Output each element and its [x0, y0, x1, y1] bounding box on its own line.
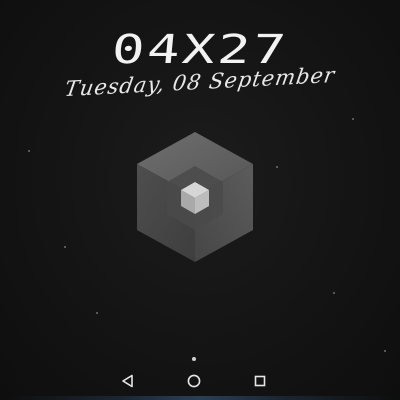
wallpaper-star [333, 292, 335, 294]
wallpaper-star [276, 166, 278, 168]
wallpaper-star [352, 118, 354, 120]
wallpaper-star [96, 312, 98, 314]
wallpaper-star [64, 246, 66, 248]
bottom-edge-strip [0, 396, 400, 400]
lock-screen: 04X27 Tuesday, 08 September [0, 0, 400, 400]
home-circle-icon [187, 374, 201, 388]
recents-square-icon [254, 375, 266, 387]
navigation-bar [0, 366, 400, 396]
wallpaper-cube-illustration [133, 128, 257, 266]
cube-graphic [137, 132, 253, 262]
recents-button[interactable] [250, 371, 270, 391]
home-button[interactable] [184, 371, 204, 391]
back-triangle-icon [122, 374, 133, 388]
wallpaper-star [28, 150, 30, 152]
wallpaper-star [384, 350, 386, 352]
page-indicator-dot [192, 357, 196, 361]
back-button[interactable] [118, 371, 138, 391]
